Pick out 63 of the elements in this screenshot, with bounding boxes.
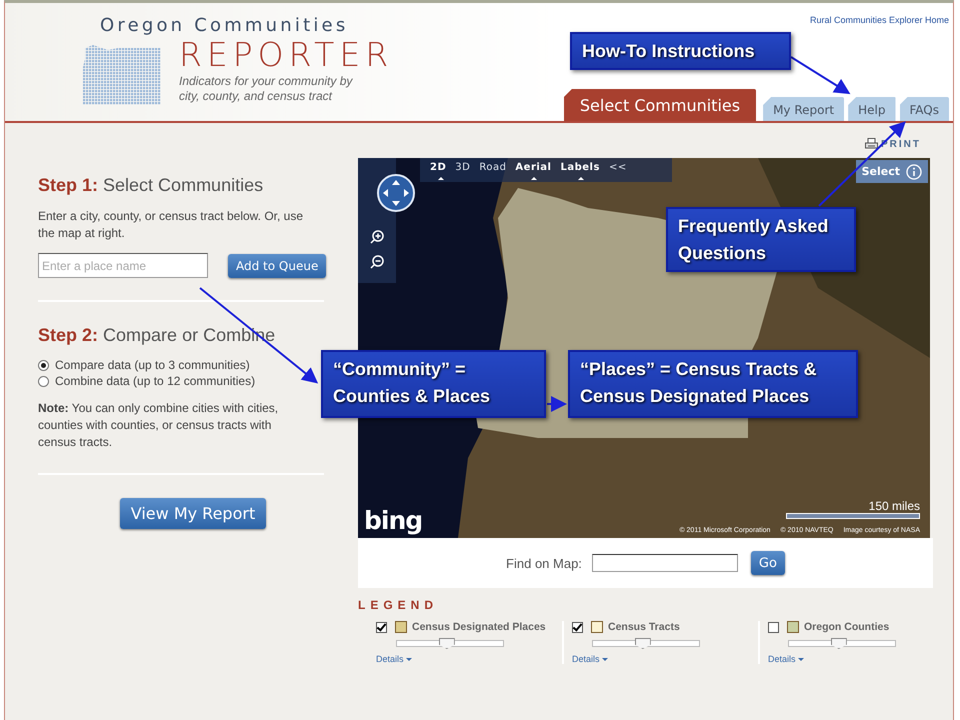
tagline: Indicators for your community by city, county, and census tract <box>179 74 354 104</box>
select-button[interactable]: Select <box>856 160 928 183</box>
opacity-slider[interactable] <box>592 640 700 647</box>
info-icon <box>906 164 922 180</box>
pan-control-icon[interactable] <box>376 173 416 213</box>
radio-button[interactable] <box>38 360 49 370</box>
site-name: Oregon Communities <box>100 15 350 36</box>
callout-box: “Places” = Census Tracts & Census Designated Places <box>568 350 858 418</box>
caret-icon <box>798 658 804 664</box>
map-view-option[interactable]: Labels <box>560 160 604 180</box>
caret-icon <box>602 658 608 664</box>
legend-title: LEGEND <box>358 598 438 612</box>
bing-logo: bing <box>364 506 422 535</box>
details-link[interactable]: Details <box>572 654 608 664</box>
layer-checkbox[interactable] <box>376 622 387 632</box>
pointer-arrow <box>790 56 850 94</box>
nav-tab[interactable]: My Report <box>763 97 844 121</box>
map-view-option[interactable]: 2D <box>430 160 450 180</box>
nav-tab[interactable]: Help <box>848 97 896 121</box>
callout-box: “Community” = Counties & Places <box>321 350 546 418</box>
details-link[interactable]: Details <box>376 654 412 664</box>
details-link[interactable]: Details <box>768 654 804 664</box>
step-title: Select Communities <box>103 175 264 195</box>
map-view-option[interactable]: << <box>608 160 631 180</box>
place-name-field[interactable]: Enter a place name <box>38 253 208 278</box>
radio-button[interactable] <box>38 376 49 386</box>
view-report-button[interactable]: View My Report <box>120 498 266 529</box>
go-button[interactable]: Go <box>750 551 785 575</box>
slider-thumb[interactable] <box>634 638 651 649</box>
add-to-queue-button[interactable]: Add to Queue <box>228 254 326 278</box>
find-on-map-field[interactable] <box>592 554 738 572</box>
scale-label: 150 miles <box>868 499 920 513</box>
slider-thumb[interactable] <box>438 638 455 649</box>
nav-tab[interactable]: Select Communities <box>564 89 756 121</box>
home-link[interactable]: Rural Communities Explorer Home <box>810 15 949 25</box>
map-view-option[interactable]: Aerial <box>515 160 556 180</box>
radio-label: Combine data (up to 12 communities) <box>55 374 256 388</box>
slider-thumb[interactable] <box>830 638 847 649</box>
opacity-slider[interactable] <box>788 640 896 647</box>
product-title: REPORTER <box>179 36 394 74</box>
caret-icon <box>406 658 412 664</box>
opacity-slider[interactable] <box>396 640 504 647</box>
callout-box: Frequently Asked Questions <box>666 207 856 272</box>
callout-box: How-To Instructions <box>570 32 791 70</box>
step-number: Step 2: <box>38 325 98 345</box>
note-text: Note: You can only combine cities with cities, counties with counties, or census tracts with census tracts. <box>38 400 280 451</box>
zoom-out-icon[interactable] <box>370 255 384 269</box>
layer-checkbox[interactable] <box>768 622 779 632</box>
layer-checkbox[interactable] <box>572 622 583 632</box>
map-view-option[interactable]: Road <box>479 160 510 180</box>
zoom-in-icon[interactable] <box>370 230 384 244</box>
nav-tab[interactable]: FAQs <box>900 97 949 121</box>
printer-icon[interactable] <box>865 138 878 150</box>
radio-label: Compare data (up to 3 communities) <box>55 358 250 372</box>
layer-name: Census Tracts <box>608 621 680 633</box>
step-description: Enter a city, county, or census tract below. Or, use the map at right. <box>38 208 304 242</box>
pointer-arrow <box>547 396 567 412</box>
layer-name: Oregon Counties <box>804 621 890 633</box>
layer-name: Census Designated Places <box>412 621 546 633</box>
map-view-option[interactable]: 3D <box>455 160 474 180</box>
step-number: Step 1: <box>38 175 98 195</box>
find-label: Find on Map: <box>506 556 582 570</box>
oregon-grid-logo-icon <box>83 45 161 105</box>
